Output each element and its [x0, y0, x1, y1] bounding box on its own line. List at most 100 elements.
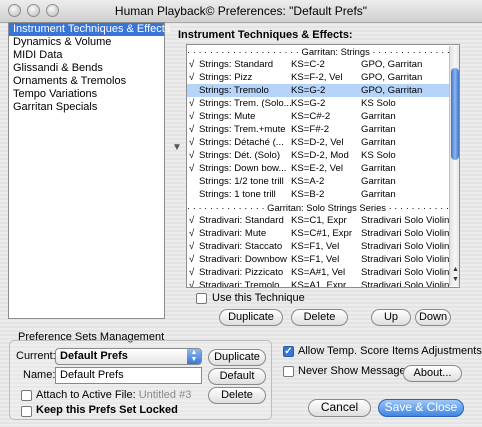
technique-check: √	[189, 150, 195, 161]
cancel-button[interactable]: Cancel	[308, 399, 371, 417]
category-item-midi-data[interactable]: MIDI Data	[9, 49, 164, 62]
about-button[interactable]: About...	[403, 365, 462, 382]
technique-row[interactable]: √ Stradivari: Downbow KS=F1, Vel Stradivari…	[187, 253, 459, 266]
technique-row[interactable]: √ Strings: Trem. (Solo... KS=G-2 KS Solo	[187, 97, 459, 110]
technique-name: Stradivari: Standard	[199, 215, 284, 226]
category-list[interactable]: Instrument Techniques & Effects Dynamics…	[8, 22, 170, 319]
techniques-scrollbar[interactable]: ▲ ▼	[449, 46, 459, 286]
technique-row[interactable]: √ Stradivari: Standard KS=C1, Expr Stradiva…	[187, 214, 459, 227]
scroll-thumb[interactable]	[451, 68, 459, 160]
technique-library: GPO, Garritan	[361, 59, 423, 70]
technique-row[interactable]: Strings: 1/2 tone trill KS=A-2 Garritan	[187, 175, 459, 188]
technique-keyswitch: KS=C#-2	[291, 111, 331, 122]
technique-library: Garritan	[361, 124, 396, 135]
technique-check: √	[189, 215, 195, 226]
attach-file-label: Attach to Active File: Untitled #3	[36, 389, 191, 401]
technique-row[interactable]: √ Stradivari: Staccato KS=F1, Vel Stradivar…	[187, 240, 459, 253]
technique-row[interactable]: √ Stradivari: Tremolo KS=A1, Expr Stradivar…	[187, 279, 459, 287]
technique-keyswitch: KS=D-2, Vel	[291, 137, 344, 148]
technique-row[interactable]: √ Strings: Dét. (Solo) KS=D-2, Mod KS Solo	[187, 149, 459, 162]
technique-keyswitch: KS=G-2	[291, 85, 326, 96]
attach-file-checkbox[interactable]	[21, 390, 32, 401]
technique-row[interactable]: √ Strings: Standard KS=C-2 GPO, Garritan	[187, 58, 459, 71]
scroll-up-arrow-icon[interactable]: ▲	[452, 266, 459, 273]
technique-library: Stradivari Solo Violin	[361, 241, 450, 252]
up-button[interactable]: Up	[371, 309, 411, 326]
delete-technique-button[interactable]: Delete	[291, 309, 348, 326]
use-technique-checkbox[interactable]	[196, 293, 207, 304]
technique-library: GPO, Garritan	[361, 85, 423, 96]
technique-keyswitch: KS=F#-2	[291, 124, 330, 135]
technique-keyswitch: KS=C1, Expr	[291, 215, 347, 226]
technique-separator[interactable]: · · · · · · · · · · · · · · · · · · · · …	[187, 45, 459, 58]
technique-check: √	[189, 228, 195, 239]
technique-library: KS Solo	[361, 98, 396, 109]
technique-row[interactable]: Strings: 1 tone trill KS=B-2 Garritan	[187, 188, 459, 201]
never-show-checkbox[interactable]	[283, 366, 294, 377]
technique-keyswitch: KS=F1, Vel	[291, 241, 340, 252]
title-bar: Human Playback© Preferences: "Default Pr…	[0, 0, 482, 23]
category-item-garritan[interactable]: Garritan Specials	[9, 101, 164, 114]
technique-row[interactable]: √ Strings: Pizz KS=F-2, Vel GPO, Garritan	[187, 71, 459, 84]
technique-name: Stradivari: Mute	[199, 228, 267, 239]
technique-library: GPO, Garritan	[361, 72, 423, 83]
save-close-button[interactable]: Save & Close	[378, 399, 464, 417]
technique-check: √	[189, 137, 195, 148]
scroll-down-arrow-icon[interactable]: ▼	[452, 276, 459, 283]
technique-keyswitch: KS=F-2, Vel	[291, 72, 343, 83]
technique-name: Stradivari: Staccato	[199, 241, 283, 252]
techniques-list[interactable]: · · · · · · · · · · · · · · · · · · · · …	[186, 44, 460, 288]
technique-row[interactable]: √ Strings: Trem.+mute KS=F#-2 Garritan	[187, 123, 459, 136]
technique-row[interactable]: Strings: Tremolo KS=G-2 GPO, Garritan	[187, 84, 459, 97]
category-item-ornaments[interactable]: Ornaments & Tremolos	[9, 75, 164, 88]
duplicate-technique-button[interactable]: Duplicate	[219, 309, 283, 326]
technique-name: Strings: Dét. (Solo)	[199, 150, 281, 161]
technique-library: Stradivari Solo Violin	[361, 267, 450, 278]
preferences-window: Human Playback© Preferences: "Default Pr…	[0, 0, 482, 427]
set-name-field[interactable]: Default Prefs	[55, 367, 202, 384]
checkmark-icon: ✓	[284, 346, 293, 357]
current-set-popup[interactable]: Default Prefs ▲ ▼	[55, 348, 202, 365]
technique-library: Garritan	[361, 176, 396, 187]
allow-temp-checkbox[interactable]: ✓	[283, 346, 294, 357]
triangle-down-icon[interactable]: ▼	[172, 142, 182, 153]
technique-check: √	[189, 98, 195, 109]
delete-set-button[interactable]: Delete	[208, 387, 266, 404]
duplicate-set-button[interactable]: Duplicate	[208, 349, 266, 366]
technique-check: √	[189, 241, 195, 252]
technique-row[interactable]: √ Strings: Mute KS=C#-2 Garritan	[187, 110, 459, 123]
attach-text: Attach to Active File:	[36, 389, 136, 401]
default-set-button[interactable]: Default	[208, 368, 266, 385]
technique-row[interactable]: √ Stradivari: Mute KS=C#1, Expr Stradivari …	[187, 227, 459, 240]
technique-name: Strings: Trem.+mute	[199, 124, 286, 135]
technique-keyswitch: KS=G-2	[291, 98, 326, 109]
technique-library: Garritan	[361, 189, 396, 200]
technique-separator[interactable]: · · · · · · · · · · · · · · Garritan: So…	[187, 201, 459, 214]
technique-keyswitch: KS=C-2	[291, 59, 325, 70]
technique-name: Strings: Standard	[199, 59, 274, 70]
technique-row[interactable]: √ Strings: Détaché (... KS=D-2, Vel Garrita…	[187, 136, 459, 149]
technique-check: √	[189, 267, 195, 278]
technique-library: Garritan	[361, 111, 396, 122]
category-item-tempo[interactable]: Tempo Variations	[9, 88, 164, 101]
technique-keyswitch: KS=E-2, Vel	[291, 163, 343, 174]
technique-keyswitch: KS=A-2	[291, 176, 325, 187]
technique-row[interactable]: √ Stradivari: Pizzicato KS=A#1, Vel Stradiv…	[187, 266, 459, 279]
category-item-instrument-techniques[interactable]: Instrument Techniques & Effects	[9, 23, 170, 36]
technique-name: Strings: Détaché (...	[199, 137, 284, 148]
keep-locked-checkbox[interactable]	[21, 406, 32, 417]
category-item-dynamics[interactable]: Dynamics & Volume	[9, 36, 164, 49]
keep-locked-label: Keep this Prefs Set Locked	[36, 404, 178, 416]
never-show-label: Never Show Messages	[298, 365, 412, 377]
techniques-heading: Instrument Techniques & Effects:	[178, 29, 353, 41]
technique-name: Strings: Trem. (Solo...	[199, 98, 292, 109]
down-button[interactable]: Down	[415, 309, 451, 326]
allow-temp-label: Allow Temp. Score Items Adjustments	[298, 345, 482, 357]
current-set-value: Default Prefs	[60, 350, 128, 362]
category-item-glissandi[interactable]: Glissandi & Bends	[9, 62, 164, 75]
technique-library: KS Solo	[361, 150, 396, 161]
technique-check: √	[189, 124, 195, 135]
use-technique-label: Use this Technique	[212, 292, 305, 304]
technique-keyswitch: KS=B-2	[291, 189, 325, 200]
technique-row[interactable]: √ Strings: Down bow... KS=E-2, Vel Garritan	[187, 162, 459, 175]
